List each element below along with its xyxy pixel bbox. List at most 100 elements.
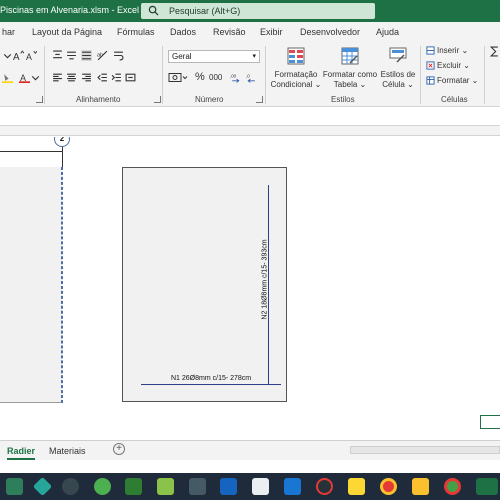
conditional-formatting-button[interactable]: Formatação Condicional ⌄ xyxy=(270,47,322,90)
tab-home[interactable]: har xyxy=(2,27,15,37)
format-as-table-label-2: Tabela ⌄ xyxy=(333,80,367,89)
font-launcher-icon[interactable] xyxy=(36,96,43,103)
format-as-table-icon xyxy=(341,47,359,65)
selected-cell-indicator xyxy=(480,415,500,429)
align-middle-icon[interactable] xyxy=(66,50,77,61)
tab-developer[interactable]: Desenvolvedor xyxy=(300,27,360,37)
insert-cells-button[interactable]: Inserir ⌄ xyxy=(426,46,468,55)
align-left-icon[interactable] xyxy=(52,72,63,83)
svg-text:A: A xyxy=(26,52,32,61)
tab-review[interactable]: Revisão xyxy=(213,27,246,37)
cell-styles-button[interactable]: Estilos de Célula ⌄ xyxy=(378,47,418,90)
group-label-cells: Células xyxy=(441,95,468,104)
increase-decimal-icon[interactable]: ,00 xyxy=(230,72,241,83)
format-cells-button[interactable]: Formatar ⌄ xyxy=(426,76,478,85)
tab-view[interactable]: Exibir xyxy=(260,27,283,37)
app-icon-10[interactable] xyxy=(284,478,301,495)
format-as-table-button[interactable]: Formatar como Tabela ⌄ xyxy=(322,47,378,90)
app-icon-2[interactable] xyxy=(32,476,53,497)
comma-style-button[interactable]: 000 xyxy=(209,73,222,82)
ribbon: A A A ab Alinhamento Geral ▾ % 000 ,00 ,… xyxy=(0,42,500,107)
sheet-tab-materiais[interactable]: Materiais xyxy=(49,446,86,456)
wrap-text-icon[interactable] xyxy=(113,50,124,61)
title-bar: Piscinas em Alvenaria.xlsm - Excel Pesqu… xyxy=(0,0,500,22)
search-box[interactable]: Pesquisar (Alt+G) xyxy=(141,3,375,19)
svg-text:,00: ,00 xyxy=(230,74,237,79)
font-color-icon[interactable]: A xyxy=(19,72,30,83)
app-icon-8[interactable] xyxy=(220,478,237,495)
app-icon-4[interactable] xyxy=(94,478,111,495)
decrease-decimal-icon[interactable]: ,0 xyxy=(246,72,257,83)
ribbon-separator xyxy=(484,46,485,104)
decrease-indent-icon[interactable] xyxy=(97,72,108,83)
merge-center-icon[interactable] xyxy=(125,72,136,83)
orientation-icon[interactable]: ab xyxy=(97,50,108,61)
worksheet-grid[interactable]: 2 N2 18Ø8mm c/15- 393cm N1 26Ø8mm c/15- … xyxy=(0,137,500,440)
tab-formulas[interactable]: Fórmulas xyxy=(117,27,155,37)
accounting-format-icon[interactable] xyxy=(168,72,188,83)
number-format-select[interactable]: Geral ▾ xyxy=(168,50,260,63)
app-icon-6[interactable] xyxy=(157,478,174,495)
align-bottom-icon[interactable] xyxy=(81,50,92,61)
rebar-n1-label: N1 26Ø8mm c/15- 278cm xyxy=(171,375,252,382)
align-center-icon[interactable] xyxy=(66,72,77,83)
rebar-detail-panel: N2 18Ø8mm c/15- 393cm N1 26Ø8mm c/15- 27… xyxy=(122,167,287,402)
window-title: Piscinas em Alvenaria.xlsm - Excel xyxy=(0,5,140,15)
app-icon-13[interactable] xyxy=(380,478,397,495)
fill-color-icon[interactable] xyxy=(2,72,13,83)
svg-text:ab: ab xyxy=(97,53,103,59)
align-right-icon[interactable] xyxy=(81,72,92,83)
rebar-n2-label: N2 18Ø8mm c/15- 393cm xyxy=(261,239,269,320)
dimension-line xyxy=(0,151,62,152)
cell-styles-label-2: Célula ⌄ xyxy=(382,80,414,89)
align-top-icon[interactable] xyxy=(52,50,63,61)
app-icon-14[interactable] xyxy=(412,478,429,495)
page-break-line xyxy=(62,167,63,403)
increase-indent-icon[interactable] xyxy=(111,72,122,83)
formula-bar[interactable] xyxy=(0,108,500,126)
search-icon xyxy=(148,5,159,16)
windows-taskbar xyxy=(0,473,500,500)
conditional-formatting-label-1: Formatação xyxy=(274,70,318,79)
sheet-tab-radier[interactable]: Radier xyxy=(7,446,36,460)
svg-text:A: A xyxy=(20,73,26,83)
tab-page-layout[interactable]: Layout da Página xyxy=(32,27,102,37)
app-icon-7[interactable] xyxy=(189,478,206,495)
decrease-font-icon[interactable]: A xyxy=(26,50,37,61)
format-label: Formatar xyxy=(437,76,470,85)
add-sheet-button[interactable]: + xyxy=(113,443,125,455)
rebar-n1-line xyxy=(141,384,281,385)
excel-taskbar-icon[interactable] xyxy=(476,478,498,495)
tab-help[interactable]: Ajuda xyxy=(376,27,399,37)
font-color-dropdown-icon[interactable] xyxy=(30,72,41,83)
insert-label: Inserir xyxy=(437,46,460,55)
app-icon-15[interactable] xyxy=(444,478,461,495)
group-label-styles: Estilos xyxy=(331,95,355,104)
delete-cells-button[interactable]: Excluir ⌄ xyxy=(426,61,470,70)
ribbon-separator xyxy=(265,46,266,104)
app-icon-3[interactable] xyxy=(62,478,79,495)
app-icon-11[interactable] xyxy=(316,478,333,495)
section-marker: 2 xyxy=(54,137,70,147)
app-icon-1[interactable] xyxy=(6,478,23,495)
font-size-dropdown-arrow-icon[interactable] xyxy=(2,50,13,61)
app-icon-12[interactable] xyxy=(348,478,365,495)
app-icon-5[interactable] xyxy=(125,478,142,495)
chevron-down-icon: ▾ xyxy=(252,53,256,60)
horizontal-scrollbar[interactable] xyxy=(350,446,500,454)
percent-style-button[interactable]: % xyxy=(195,71,205,83)
alignment-launcher-icon[interactable] xyxy=(154,96,161,103)
increase-font-icon[interactable]: A xyxy=(13,50,24,61)
conditional-formatting-icon xyxy=(287,47,305,65)
app-icon-9[interactable] xyxy=(252,478,269,495)
group-label-number: Número xyxy=(195,95,224,104)
number-launcher-icon[interactable] xyxy=(256,96,263,103)
format-cells-icon xyxy=(426,76,435,85)
column-header-strip xyxy=(0,126,500,136)
conditional-formatting-label-2: Condicional ⌄ xyxy=(270,80,322,89)
autosum-icon[interactable] xyxy=(489,46,500,57)
dimension-tick xyxy=(62,147,63,169)
cell-styles-icon xyxy=(389,47,407,63)
tab-data[interactable]: Dados xyxy=(170,27,196,37)
insert-cells-icon xyxy=(426,46,435,55)
